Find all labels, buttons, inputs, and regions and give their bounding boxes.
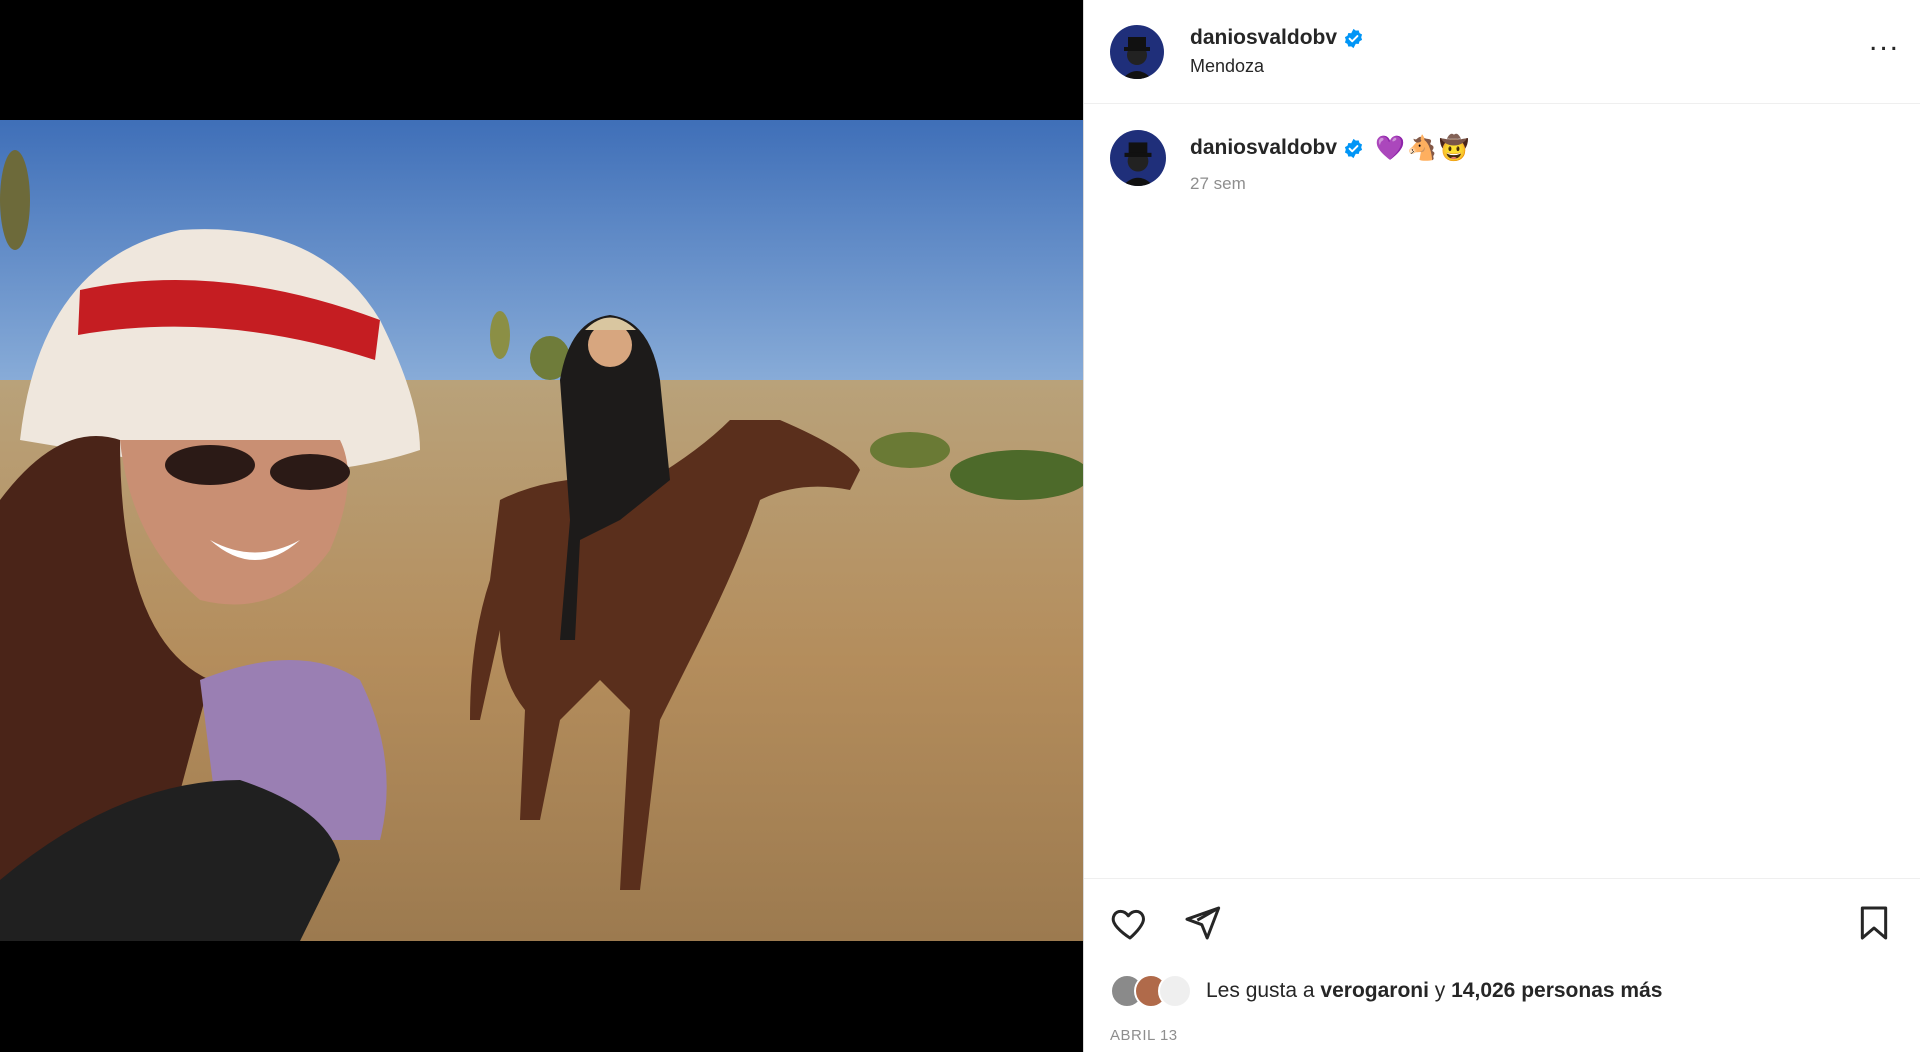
author-avatar[interactable] [1110, 24, 1164, 79]
post-side-panel: daniosvaldobv Mendoza ... daniosvaldobv … [1083, 0, 1920, 1052]
post-date[interactable]: ABRIL 13 [1110, 1027, 1178, 1044]
post-location[interactable]: Mendoza [1190, 56, 1364, 77]
post-photo[interactable] [0, 120, 1083, 941]
likes-summary: Les gusta a verogaroni y 14,026 personas… [1110, 974, 1662, 1008]
likes-text[interactable]: Les gusta a verogaroni y 14,026 personas… [1206, 979, 1662, 1003]
caption-body: daniosvaldobv 💜 🐴 🤠 27 sem [1190, 134, 1469, 194]
liker-avatar[interactable] [1158, 974, 1192, 1008]
post-header: daniosvaldobv Mendoza ... [1084, 0, 1920, 104]
caption-time[interactable]: 27 sem [1190, 174, 1468, 194]
heart-icon[interactable] [1110, 903, 1150, 943]
caption-author-avatar[interactable] [1110, 130, 1166, 186]
liker-avatars [1110, 974, 1200, 1008]
author-name-row: daniosvaldobv [1190, 26, 1364, 50]
verified-badge-icon [1344, 138, 1363, 158]
media-panel [0, 0, 1083, 1052]
caption-username[interactable]: daniosvaldobv [1190, 136, 1337, 160]
more-options-icon[interactable]: ... [1869, 26, 1900, 56]
purple-heart-emoji: 💜 [1375, 134, 1405, 162]
caption-line: daniosvaldobv 💜 🐴 🤠 [1190, 134, 1469, 162]
verified-badge-icon [1344, 28, 1363, 48]
post-viewer: daniosvaldobv Mendoza ... daniosvaldobv … [0, 0, 1920, 1052]
post-actions-bar [1084, 878, 1920, 940]
liked-by-user[interactable]: verogaroni [1320, 979, 1429, 1002]
bookmark-icon[interactable] [1854, 903, 1894, 943]
horse-emoji: 🐴 [1407, 134, 1437, 162]
likes-connector: y [1428, 979, 1452, 1002]
author-username[interactable]: daniosvaldobv [1190, 26, 1337, 50]
likes-prefix: Les gusta a [1206, 979, 1321, 1002]
cowboy-emoji: 🤠 [1439, 134, 1469, 162]
header-text: daniosvaldobv Mendoza [1190, 26, 1364, 77]
caption-emojis: 💜 🐴 🤠 [1375, 134, 1469, 162]
likes-count[interactable]: 14,026 personas más [1451, 979, 1662, 1002]
send-icon[interactable] [1182, 903, 1222, 943]
post-caption: daniosvaldobv 💜 🐴 🤠 27 sem [1084, 104, 1920, 220]
